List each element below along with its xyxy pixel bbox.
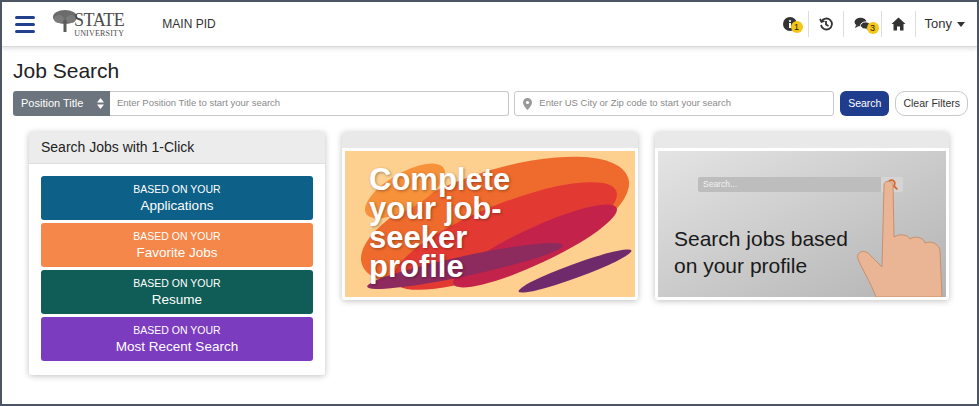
- field-select-label: Position Title: [21, 95, 83, 112]
- caret-down-icon: [957, 22, 965, 27]
- profile-banner-card[interactable]: Complete your job-seeker profile: [342, 132, 638, 300]
- card-row: Search Jobs with 1-Click BASED ON YOURAp…: [13, 132, 968, 375]
- search-button[interactable]: Search: [840, 91, 889, 116]
- profile-banner-text: Complete your job-seeker profile: [369, 165, 569, 281]
- location-input[interactable]: [532, 96, 833, 110]
- title-input[interactable]: [110, 91, 509, 116]
- one-click-label: Applications: [141, 197, 214, 215]
- search-bar: Position Title Search Clear Filters: [13, 91, 968, 116]
- main-content: Job Search Position Title Search Clear F…: [2, 47, 977, 404]
- history-icon: [819, 17, 833, 31]
- logo[interactable]: STATE UNIVERSITY: [52, 11, 124, 38]
- field-select[interactable]: Position Title: [13, 91, 110, 116]
- one-click-button[interactable]: BASED ON YOURApplications: [41, 176, 313, 220]
- search-banner-text: Search jobs based on your profile: [674, 225, 874, 279]
- one-click-label: Favorite Jobs: [136, 244, 217, 262]
- messages-badge: 3: [867, 22, 879, 34]
- page-title: Job Search: [13, 58, 968, 84]
- pointing-hand-icon: [856, 177, 946, 297]
- user-name: Tony: [925, 14, 952, 34]
- map-pin-icon: [523, 98, 532, 110]
- logo-title: STATE: [74, 11, 124, 29]
- banner-search-bar: Search...: [698, 177, 903, 192]
- one-click-prefix: BASED ON YOUR: [133, 323, 220, 337]
- history-button[interactable]: [808, 11, 843, 37]
- app-label: MAIN PID: [162, 15, 215, 33]
- one-click-prefix: BASED ON YOUR: [133, 229, 220, 243]
- banner-search-placeholder: Search...: [703, 180, 737, 189]
- one-click-card: Search Jobs with 1-Click BASED ON YOURAp…: [29, 132, 325, 375]
- info-badge: 1: [791, 21, 803, 33]
- home-icon: [891, 17, 906, 31]
- app-frame: STATE UNIVERSITY MAIN PID 1: [0, 0, 979, 406]
- messages-button[interactable]: 3: [843, 11, 881, 37]
- one-click-list: BASED ON YOURApplicationsBASED ON YOURFa…: [29, 164, 325, 375]
- one-click-prefix: BASED ON YOUR: [133, 276, 220, 290]
- one-click-label: Resume: [152, 291, 202, 309]
- one-click-button[interactable]: BASED ON YOURResume: [41, 270, 313, 314]
- one-click-label: Most Recent Search: [116, 338, 238, 356]
- one-click-prefix: BASED ON YOUR: [133, 182, 220, 196]
- one-click-title: Search Jobs with 1-Click: [41, 137, 194, 158]
- one-click-button[interactable]: BASED ON YOURFavorite Jobs: [41, 223, 313, 267]
- one-click-header: Search Jobs with 1-Click: [29, 132, 325, 164]
- clear-filters-button[interactable]: Clear Filters: [895, 91, 968, 116]
- top-bar: STATE UNIVERSITY MAIN PID 1: [2, 2, 977, 47]
- header-actions: 1 3: [772, 11, 965, 37]
- home-button[interactable]: [881, 11, 915, 37]
- search-banner[interactable]: Search... Search jobs based on your prof…: [658, 151, 946, 297]
- logo-subtitle: UNIVERSITY: [74, 30, 124, 38]
- menu-icon[interactable]: [15, 16, 35, 33]
- profile-banner[interactable]: Complete your job-seeker profile: [345, 151, 635, 297]
- location-field[interactable]: [514, 91, 834, 116]
- one-click-button[interactable]: BASED ON YOURMost Recent Search: [41, 317, 313, 361]
- info-button[interactable]: 1: [772, 11, 808, 37]
- search-banner-card[interactable]: Search... Search jobs based on your prof…: [655, 132, 949, 300]
- sort-icon: [97, 98, 104, 109]
- user-menu[interactable]: Tony: [915, 11, 965, 37]
